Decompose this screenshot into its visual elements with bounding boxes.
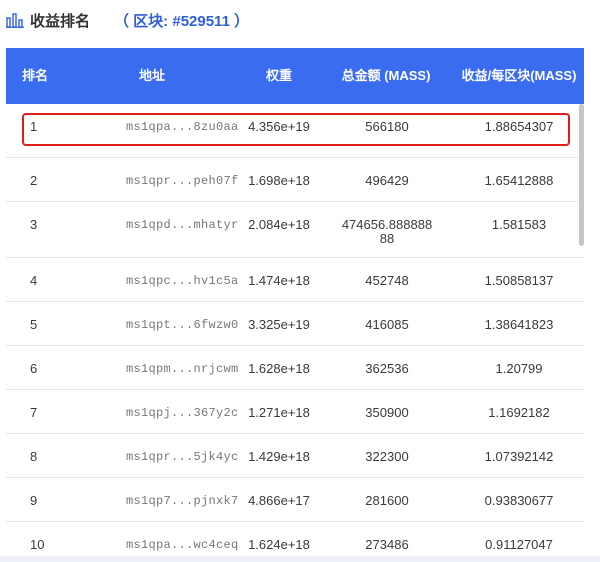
total-cell: 362536 [365, 361, 409, 376]
table-row[interactable]: 9 ms1qp7...pjnxk7 4.866e+17 281600 0.9383067… [6, 478, 584, 522]
table-row[interactable]: 1 ms1qpa...8zu0aa 4.356e+19 566180 1.8865430… [6, 104, 584, 158]
yield-cell: 1.581583 [491, 217, 547, 232]
weight-cell: 4.866e+17 [248, 493, 310, 508]
yield-cell: 1.1692182 [488, 405, 550, 420]
ranking-header: 收益排名 （ 区块: #529511 ） [6, 8, 249, 32]
rank-cell: 5 [30, 317, 38, 332]
weight-cell: 1.429e+18 [248, 449, 310, 464]
yield-cell: 1.07392142 [484, 449, 554, 464]
address-cell[interactable]: ms1qp7...pjnxk7 [64, 478, 240, 521]
rank-cell: 7 [30, 405, 38, 420]
ranking-table: 排名 地址 权重 总金额 (MASS) 收益/每区块(MASS) 1 ms1qpa… [6, 48, 584, 562]
table-body: 1 ms1qpa...8zu0aa 4.356e+19 566180 1.8865430… [6, 104, 584, 562]
address-cell[interactable]: ms1qpr...peh07f [64, 158, 240, 201]
weight-cell: 2.084e+18 [248, 217, 310, 232]
address-cell[interactable]: ms1qpr...5jk4yc [64, 434, 240, 477]
column-header-weight: 权重 [265, 68, 292, 83]
rank-cell: 3 [30, 217, 38, 232]
total-cell: 322300 [365, 449, 409, 464]
table-row[interactable]: 6 ms1qpm...nrjcwm 1.628e+18 362536 1.20799 [6, 346, 584, 390]
address-cell[interactable]: ms1qpm...nrjcwm [64, 346, 240, 389]
yield-cell: 1.38641823 [484, 317, 554, 332]
column-header-rank: 排名 [21, 68, 48, 83]
total-cell: 496429 [365, 173, 409, 188]
weight-cell: 1.271e+18 [248, 405, 310, 420]
column-header-address: 地址 [138, 68, 165, 83]
rank-cell: 9 [30, 493, 38, 508]
yield-cell: 1.88654307 [484, 119, 554, 134]
table-row[interactable]: 4 ms1qpc...hv1c5a 1.474e+18 452748 1.5085813… [6, 258, 584, 302]
weight-cell: 3.325e+19 [248, 317, 310, 332]
total-cell: 474656.88888888 [341, 217, 433, 246]
table-row[interactable]: 8 ms1qpr...5jk4yc 1.429e+18 322300 1.0739214… [6, 434, 584, 478]
scrollbar[interactable] [579, 104, 584, 246]
total-cell: 416085 [365, 317, 409, 332]
yield-cell: 1.50858137 [484, 273, 554, 288]
page-title: 收益排名 [30, 12, 91, 30]
address-cell[interactable]: ms1qpa...8zu0aa [64, 104, 240, 157]
bottom-strip [0, 556, 600, 562]
total-cell: 566180 [365, 119, 409, 134]
table-row[interactable]: 7 ms1qpj...367y2c 1.271e+18 350900 1.1692182 [6, 390, 584, 434]
weight-cell: 1.474e+18 [248, 273, 310, 288]
rank-cell: 8 [30, 449, 38, 464]
yield-cell: 1.20799 [495, 361, 543, 376]
total-cell: 350900 [365, 405, 409, 420]
address-cell[interactable]: ms1qpj...367y2c [64, 390, 240, 433]
yield-cell: 0.93830677 [484, 493, 554, 508]
rank-cell: 6 [30, 361, 38, 376]
weight-cell: 1.698e+18 [248, 173, 310, 188]
rank-cell: 4 [30, 273, 38, 288]
table-row[interactable]: 3 ms1qpd...mhatyr 2.084e+18 474656.88888888… [6, 202, 584, 258]
table-row[interactable]: 2 ms1qpr...peh07f 1.698e+18 496429 1.6541288… [6, 158, 584, 202]
column-header-total: 总金额 (MASS) [341, 68, 431, 83]
total-cell: 281600 [365, 493, 409, 508]
total-cell: 452748 [365, 273, 409, 288]
weight-cell: 1.628e+18 [248, 361, 310, 376]
rank-cell: 2 [30, 173, 38, 188]
block-number-link[interactable]: （ 区块: #529511 ） [114, 10, 249, 31]
rank-cell: 1 [30, 119, 38, 134]
weight-cell: 4.356e+19 [248, 119, 310, 134]
ranking-page: 收益排名 （ 区块: #529511 ） 排名 地址 权重 总金额 (MASS)… [0, 0, 600, 562]
bar-chart-icon [6, 13, 24, 28]
column-header-yield: 收益/每区块(MASS) [461, 68, 577, 83]
table-header: 排名 地址 权重 总金额 (MASS) 收益/每区块(MASS) [6, 48, 584, 104]
yield-cell: 1.65412888 [484, 173, 554, 188]
address-cell[interactable]: ms1qpt...6fwzw0 [64, 302, 240, 345]
address-cell[interactable]: ms1qpd...mhatyr [64, 202, 240, 257]
address-cell[interactable]: ms1qpc...hv1c5a [64, 258, 240, 301]
table-row[interactable]: 5 ms1qpt...6fwzw0 3.325e+19 416085 1.3864182… [6, 302, 584, 346]
